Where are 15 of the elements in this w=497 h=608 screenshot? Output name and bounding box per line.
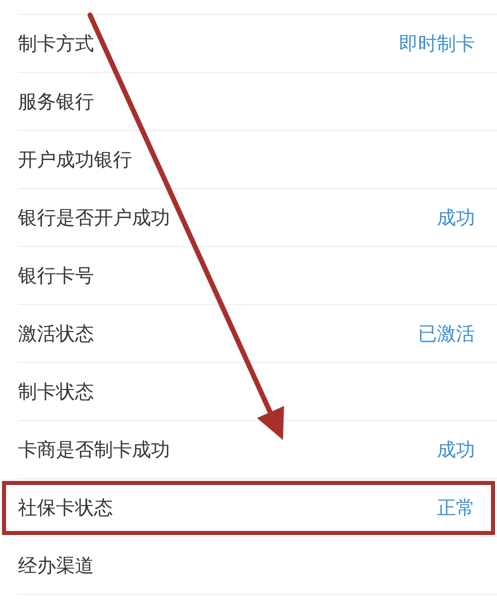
row-label: 社保卡状态 — [18, 496, 113, 521]
row-label: 开户成功银行 — [18, 148, 132, 173]
row-label: 制卡状态 — [18, 380, 94, 405]
row-label: 卡商是否制卡成功 — [18, 438, 170, 463]
row-value: 成功 — [437, 438, 475, 463]
row-label: 银行卡号 — [18, 264, 94, 289]
row-value: 即时制卡 — [399, 32, 475, 57]
row-label: 银行是否开户成功 — [18, 206, 170, 231]
row-value: 成功 — [437, 206, 475, 231]
row-label: 激活状态 — [18, 322, 94, 347]
row-label: 服务银行 — [18, 90, 94, 115]
row-value: 已激活 — [418, 322, 475, 347]
row-label: 经办渠道 — [18, 554, 94, 579]
row-label: 制卡方式 — [18, 32, 94, 57]
row-value: 正常 — [437, 496, 475, 521]
